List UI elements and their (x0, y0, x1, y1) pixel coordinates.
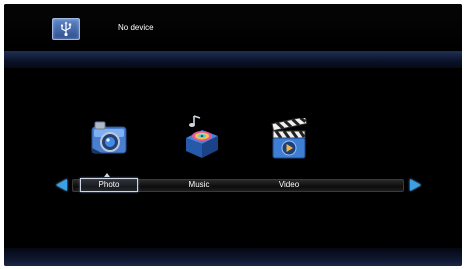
camera-icon[interactable] (90, 118, 130, 163)
arrow-left-icon[interactable] (56, 179, 67, 191)
arrow-right-icon[interactable] (410, 179, 421, 191)
selection-caret-icon (104, 173, 110, 177)
menu-item-photo[interactable]: Photo (80, 178, 138, 192)
menu-item-music[interactable]: Music (174, 180, 224, 190)
bottom-divider-band (4, 248, 462, 266)
menu-item-video[interactable]: Video (264, 180, 314, 190)
music-icon[interactable] (180, 114, 224, 165)
media-player-screen: No device Photo Music Video (4, 4, 462, 266)
clapperboard-icon[interactable] (270, 116, 310, 165)
usb-icon (52, 18, 80, 40)
top-divider-band (4, 51, 462, 68)
device-status-text: No device (118, 23, 154, 32)
status-bar: No device (4, 4, 462, 50)
